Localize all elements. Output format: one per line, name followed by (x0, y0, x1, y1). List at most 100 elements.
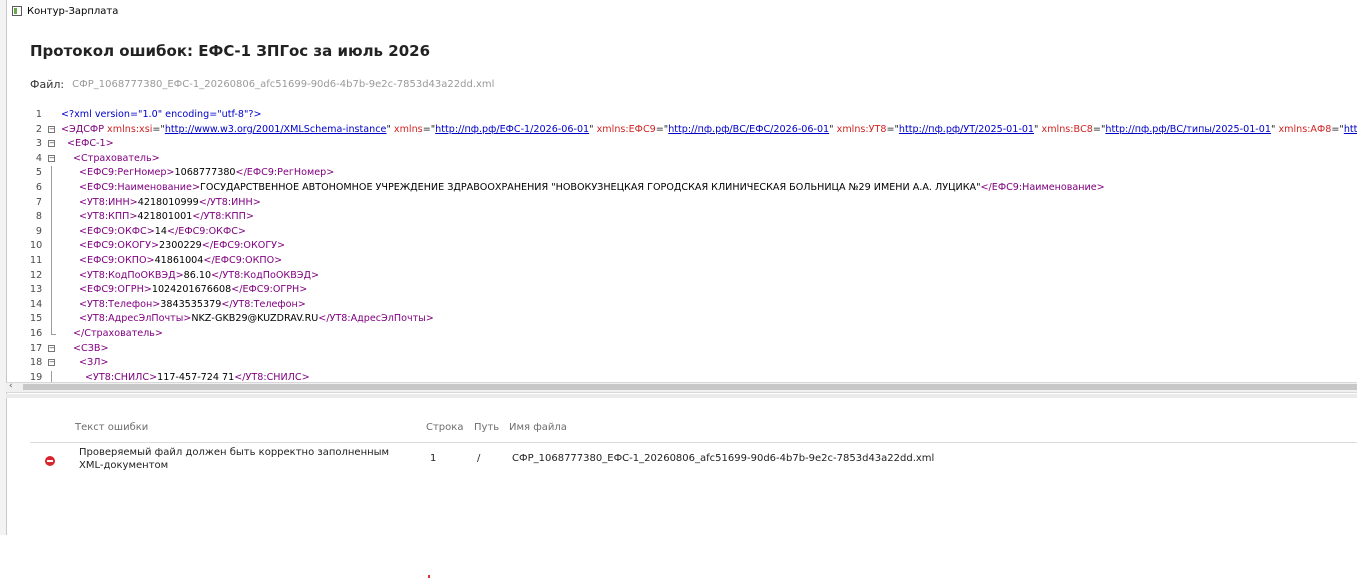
code-line: 18 − <ЗЛ> (30, 356, 1357, 371)
splitter[interactable] (6, 394, 1357, 398)
table-row[interactable]: Проверяемый файл должен быть корректно з… (30, 447, 1357, 479)
page-title: Протокол ошибок: ЕФС-1 ЗПГос за июль 202… (30, 42, 431, 60)
error-icon (45, 456, 55, 466)
xml-element: <ЕФС9:Наименование>ГОСУДАРСТВЕННОЕ АВТОН… (79, 181, 1105, 196)
xml-tag: </УТ8:ИНН> (198, 196, 261, 208)
xml-element: <УТ8:КПП>421801001</УТ8:КПП> (79, 210, 254, 225)
xml-link[interactable]: http://пф.рф/ЕФС-1/2026-06-01 (435, 124, 589, 135)
horizontal-scrollbar[interactable]: ‹ (6, 381, 1357, 393)
header-error-text[interactable]: Текст ошибки (75, 422, 148, 433)
code-line: 1 <?xml version="1.0" encoding="utf-8"?> (30, 108, 1357, 123)
line-number: 17 (30, 342, 43, 354)
line-number: 3 (35, 138, 42, 150)
xml-tag: </ЕФС9:ОКФС> (166, 225, 246, 237)
xml-tag: <УТ8:ИНН> (79, 196, 138, 208)
xml-tag: <ЗЛ> (79, 357, 109, 369)
xml-element: <ЕФС9:РегНомер>1068777380</ЕФС9:РегНомер… (79, 166, 334, 181)
code-line: 3 − <ЕФС-1> (30, 137, 1357, 152)
root-element: <ЭДСФР xmlns:xsi="http://www.w3.org/2001… (61, 123, 1357, 138)
fold-guide (51, 268, 52, 284)
line-number: 13 (30, 284, 43, 296)
xml-value: NKZ-GKB29@KUZDRAV.RU (191, 313, 319, 325)
line-number: 14 (30, 298, 43, 310)
line-number: 6 (35, 181, 42, 193)
header-line[interactable]: Строка (426, 422, 463, 433)
xml-attr: xmlns:ЕФС9 (596, 123, 656, 135)
xml-tag: </УТ8:АдресЭлПочты> (318, 313, 434, 325)
xml-tag: </УТ8:КПП> (192, 211, 254, 223)
code-line: 7 <УТ8:ИНН>4218010999</УТ8:ИНН> (30, 195, 1357, 211)
code-line: 13 <ЕФС9:ОГРН>1024201676608</ЕФС9:ОГРН> (30, 283, 1357, 298)
xml-tag: <УТ8:АдресЭлПочты> (79, 313, 192, 325)
line-number: 15 (30, 313, 43, 325)
line-number: 9 (35, 225, 42, 237)
line-number: 11 (30, 254, 43, 266)
xml-link[interactable]: http://пф.рф/УТ/2025-01-01 (899, 124, 1034, 135)
xml-value: 2300229 (159, 240, 202, 252)
code-line: 15 <УТ8:АдресЭлПочты>NKZ-GKB29@KUZDRAV.R… (30, 312, 1357, 327)
error-file: СФР_1068777380_ЕФС-1_20260806_afc51699-9… (512, 453, 935, 464)
xml-attr: xmlns:ВС8 (1041, 123, 1093, 135)
xml-tag: <УТ8:Телефон> (79, 298, 161, 310)
xml-element: <УТ8:АдресЭлПочты>NKZ-GKB29@KUZDRAV.RU</… (79, 312, 434, 327)
xml-editor[interactable]: 1 <?xml version="1.0" encoding="utf-8"?>… (30, 108, 1357, 382)
error-path: / (477, 453, 481, 464)
xml-value: 1068777380 (174, 167, 236, 179)
fold-guide (51, 239, 52, 254)
xml-link[interactable]: http://пф.рф/ВС/типы/2025-01-01 (1105, 124, 1271, 135)
bottom-area (0, 535, 1357, 578)
xml-attr: xmlns (393, 123, 423, 135)
xml-value: 1024201676608 (151, 284, 232, 296)
code-line: 5 <ЕФС9:РегНомер>1068777380</ЕФС9:РегНом… (30, 166, 1357, 181)
xml-tag: <ЕФС9:ОГРН> (79, 284, 152, 296)
collapse-icon[interactable]: − (48, 140, 55, 148)
xml-value: 117-457-724 71 (157, 371, 235, 382)
xml-element: <ЕФС9:ОКФС>14</ЕФС9:ОКФС> (79, 225, 246, 240)
xml-tag: </УТ8:СНИЛС> (234, 371, 310, 382)
xml-link[interactable]: http: (1344, 124, 1357, 135)
file-value[interactable]: СФР_1068777380_ЕФС-1_20260806_afc51699-9… (72, 79, 494, 90)
header-file-name[interactable]: Имя файла (509, 422, 567, 433)
xml-link[interactable]: http://пф.рф/ВС/ЕФС/2026-06-01 (668, 124, 829, 135)
scrollbar-thumb[interactable] (23, 384, 1357, 390)
xml-element: <УТ8:КодПоОКВЭД>86.10</УТ8:КодПоОКВЭД> (79, 269, 319, 284)
line-number: 12 (30, 269, 43, 281)
xml-tag: <ЭДСФР (61, 123, 104, 135)
code-line: 12 <УТ8:КодПоОКВЭД>86.10</УТ8:КодПоОКВЭД… (30, 268, 1357, 284)
xml-element: <ЕФС9:ОКПО>41861004</ЕФС9:ОКПО> (79, 254, 282, 269)
xml-declaration: <?xml version="1.0" encoding="utf-8"?> (61, 109, 262, 120)
code-line: 11 <ЕФС9:ОКПО>41861004</ЕФС9:ОКПО> (30, 253, 1357, 269)
app-icon (12, 6, 22, 16)
code-line: 16 </Страхователь> (30, 326, 1357, 342)
file-row: Файл: СФР_1068777380_ЕФС-1_20260806_afc5… (30, 78, 494, 91)
xml-tag: <ЕФС9:ОКПО> (79, 254, 155, 266)
error-text: Проверяемый файл должен быть корректно з… (79, 447, 390, 471)
collapse-icon[interactable]: − (48, 344, 55, 352)
xml-tag: <ЕФС-1> (67, 138, 114, 150)
xml-attr: xmlns:xsi (107, 123, 153, 135)
xml-tag: <СЗВ> (73, 342, 109, 354)
xml-tag: </Страхователь> (73, 327, 163, 339)
xml-tag: <УТ8:КодПоОКВЭД> (79, 269, 184, 281)
xml-link[interactable]: http://www.w3.org/2001/XMLSchema-instanc… (165, 124, 387, 135)
scroll-left-icon[interactable]: ‹ (9, 381, 13, 391)
collapse-icon[interactable]: − (48, 359, 55, 367)
xml-tag: </ЕФС9:ОКПО> (203, 254, 283, 266)
line-number: 18 (30, 357, 43, 369)
fold-guide (51, 180, 52, 196)
collapse-icon[interactable]: − (48, 125, 55, 133)
window-titlebar: Контур-Зарплата (6, 0, 1357, 22)
fold-guide (51, 195, 52, 211)
xml-tag: <Страхователь> (73, 152, 160, 164)
xml-tag: </ЕФС9:ОГРН> (231, 284, 308, 296)
code-line: 8 <УТ8:КПП>421801001</УТ8:КПП> (30, 210, 1357, 225)
code-line: 10 <ЕФС9:ОКОГУ>2300229</ЕФС9:ОКОГУ> (30, 239, 1357, 254)
fold-guide (51, 166, 52, 181)
fold-guide-end (51, 333, 56, 335)
code-line: 19 <УТ8:СНИЛС>117-457-724 71</УТ8:СНИЛС> (30, 370, 1357, 382)
xml-tag: </УТ8:Телефон> (221, 298, 306, 310)
xml-element: <ЕФС9:ОКОГУ>2300229</ЕФС9:ОКОГУ> (79, 239, 285, 254)
header-path[interactable]: Путь (474, 422, 499, 433)
collapse-icon[interactable]: − (48, 154, 55, 162)
xml-tag: </ЕФС9:РегНомер> (235, 167, 335, 179)
